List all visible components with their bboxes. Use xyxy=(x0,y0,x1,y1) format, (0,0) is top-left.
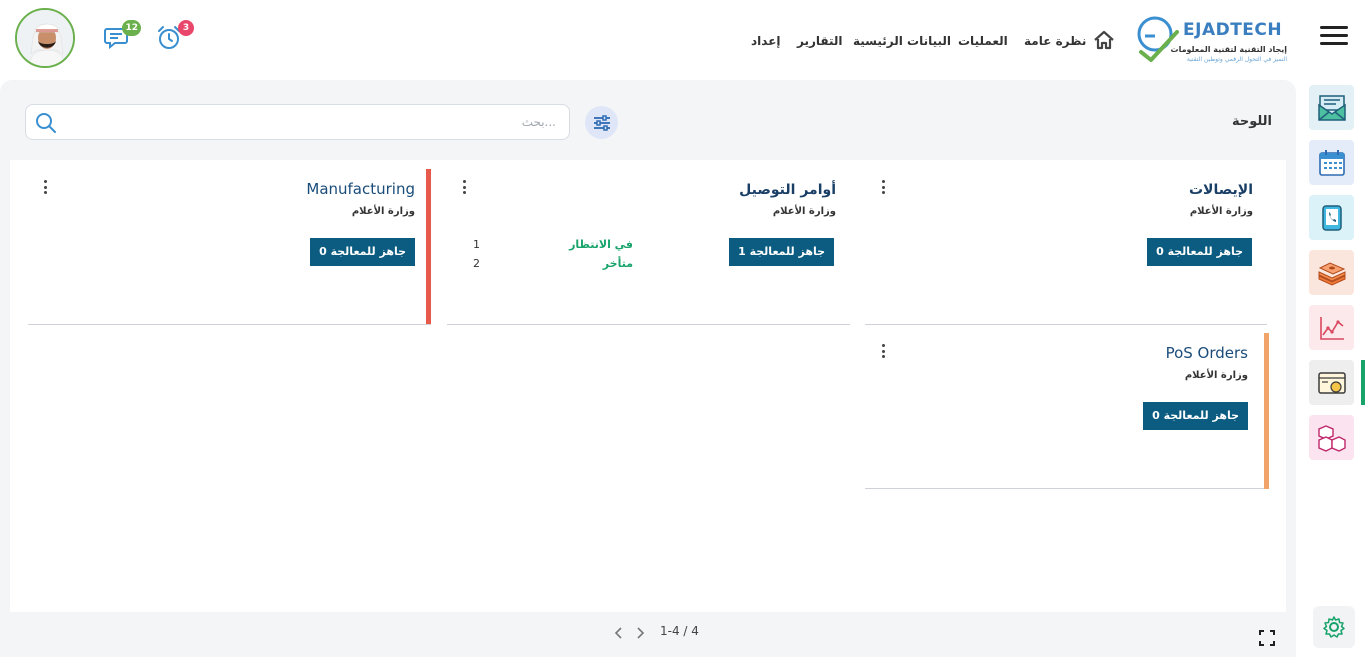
card-color-accent xyxy=(1264,333,1269,489)
logo-name: EJADTECH xyxy=(1183,20,1283,40)
alarm-clock-icon[interactable]: 3 xyxy=(156,20,194,52)
stat-late-label[interactable]: متأخر xyxy=(603,257,633,270)
nav-operations[interactable]: العمليات xyxy=(958,34,1008,50)
messages-icon[interactable]: 12 xyxy=(103,20,141,52)
logo-tagline: إيجاد التقنية لتقنية المعلومات xyxy=(1170,45,1287,54)
chevron-right-icon[interactable] xyxy=(635,626,645,640)
card-pos-orders[interactable]: PoS Orders وزارة الأعلام 0 جاهز للمعالجة xyxy=(865,334,1267,489)
sidebar-item-money[interactable] xyxy=(1309,250,1354,295)
nav-overview[interactable]: نظرة عامة xyxy=(1024,34,1086,50)
money-stack-icon xyxy=(1318,261,1345,286)
nav-master-data[interactable]: البيانات الرئيسية xyxy=(853,34,951,50)
phone-tablet-icon xyxy=(1321,204,1342,231)
menu-toggle-icon[interactable] xyxy=(1320,26,1348,48)
filter-button[interactable] xyxy=(585,106,618,139)
card-title[interactable]: Manufacturing xyxy=(306,180,415,198)
sidebar-item-phone[interactable] xyxy=(1309,195,1354,240)
sidebar-item-analytics[interactable] xyxy=(1309,305,1354,350)
ready-to-process-button[interactable]: 0 جاهز للمعالجة xyxy=(1143,402,1248,430)
sidebar-item-calendar[interactable] xyxy=(1309,140,1354,185)
top-header: 12 3 إعداد التقارير البيانات الرئيسية ال… xyxy=(0,0,1366,80)
boxes-icon xyxy=(1317,424,1346,452)
search-box xyxy=(25,104,570,140)
card-company: وزارة الأعلام xyxy=(772,206,836,217)
sliders-icon xyxy=(593,114,610,131)
nav-reports[interactable]: التقارير xyxy=(797,34,843,50)
home-icon[interactable] xyxy=(1093,30,1115,50)
company-logo[interactable]: EJADTECH إيجاد التقنية لتقنية المعلومات … xyxy=(1133,14,1289,66)
stat-late-value: 2 xyxy=(473,257,480,270)
sidebar-item-inventory[interactable] xyxy=(1309,415,1354,460)
sidebar-active-indicator xyxy=(1361,360,1365,405)
pager-text: 1-4 / 4 xyxy=(660,624,699,638)
card-color-accent xyxy=(426,169,431,324)
user-avatar[interactable] xyxy=(15,8,75,68)
page-title: اللوحة xyxy=(1231,114,1272,129)
messages-badge: 12 xyxy=(122,20,141,36)
search-input[interactable] xyxy=(86,112,556,132)
sidebar-item-pos[interactable] xyxy=(1309,360,1354,405)
alerts-badge: 3 xyxy=(178,20,194,36)
mail-envelope-icon xyxy=(1317,94,1346,121)
ready-to-process-button[interactable]: 0 جاهز للمعالجة xyxy=(1147,238,1252,266)
ready-to-process-button[interactable]: 0 جاهز للمعالجة xyxy=(310,238,415,266)
card-title[interactable]: الإيصالات xyxy=(1189,182,1253,198)
ready-to-process-button[interactable]: 1 جاهز للمعالجة xyxy=(729,238,834,266)
card-title[interactable]: PoS Orders xyxy=(1166,344,1248,362)
settings-button[interactable] xyxy=(1313,606,1355,648)
card-menu-icon[interactable] xyxy=(42,180,48,194)
card-delivery-orders[interactable]: أوامر التوصيل وزارة الأعلام 1 جاهز للمعا… xyxy=(447,170,850,325)
card-manufacturing[interactable]: Manufacturing وزارة الأعلام 0 جاهز للمعا… xyxy=(28,170,431,325)
calendar-icon xyxy=(1318,149,1345,176)
logo-slogan: التميز في التحول الرقمي وتوطين التقنية xyxy=(1186,56,1287,63)
fullscreen-icon[interactable] xyxy=(1259,630,1275,646)
card-menu-icon[interactable] xyxy=(880,344,886,358)
card-menu-icon[interactable] xyxy=(880,180,886,194)
sidebar-item-mail[interactable] xyxy=(1309,85,1354,130)
gear-icon xyxy=(1323,616,1345,638)
search-icon[interactable] xyxy=(35,112,57,134)
card-company: وزارة الأعلام xyxy=(351,206,415,217)
chevron-left-icon[interactable] xyxy=(614,626,624,640)
stat-waiting-label[interactable]: في الانتظار xyxy=(569,238,633,251)
nav-setup[interactable]: إعداد xyxy=(751,34,781,50)
card-title[interactable]: أوامر التوصيل xyxy=(739,182,836,198)
stat-waiting-value: 1 xyxy=(473,238,480,251)
card-company: وزارة الأعلام xyxy=(1184,370,1248,381)
pos-register-icon xyxy=(1317,371,1346,394)
card-receipts[interactable]: الإيصالات وزارة الأعلام 0 جاهز للمعالجة xyxy=(865,170,1267,325)
line-chart-icon xyxy=(1319,316,1344,340)
card-menu-icon[interactable] xyxy=(461,180,467,194)
card-company: وزارة الأعلام xyxy=(1189,206,1253,217)
